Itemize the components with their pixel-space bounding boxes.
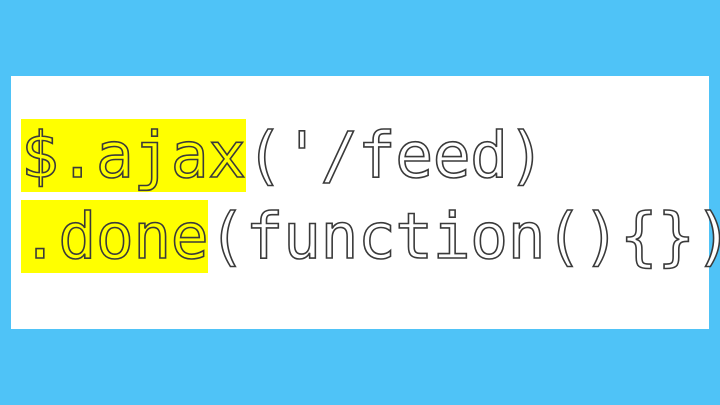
code-line-1: $.ajax('/feed): [20, 118, 547, 194]
code-line-2: .done(function(){}): [20, 199, 720, 275]
code-line-1-rest: ('/feed): [245, 118, 547, 193]
highlighted-token-done: .done: [20, 199, 209, 274]
code-panel: $.ajax('/feed) .done(function(){}): [11, 76, 720, 329]
code-line-2-rest: (function(){}): [207, 199, 720, 274]
highlighted-token-ajax: $.ajax: [20, 118, 247, 193]
